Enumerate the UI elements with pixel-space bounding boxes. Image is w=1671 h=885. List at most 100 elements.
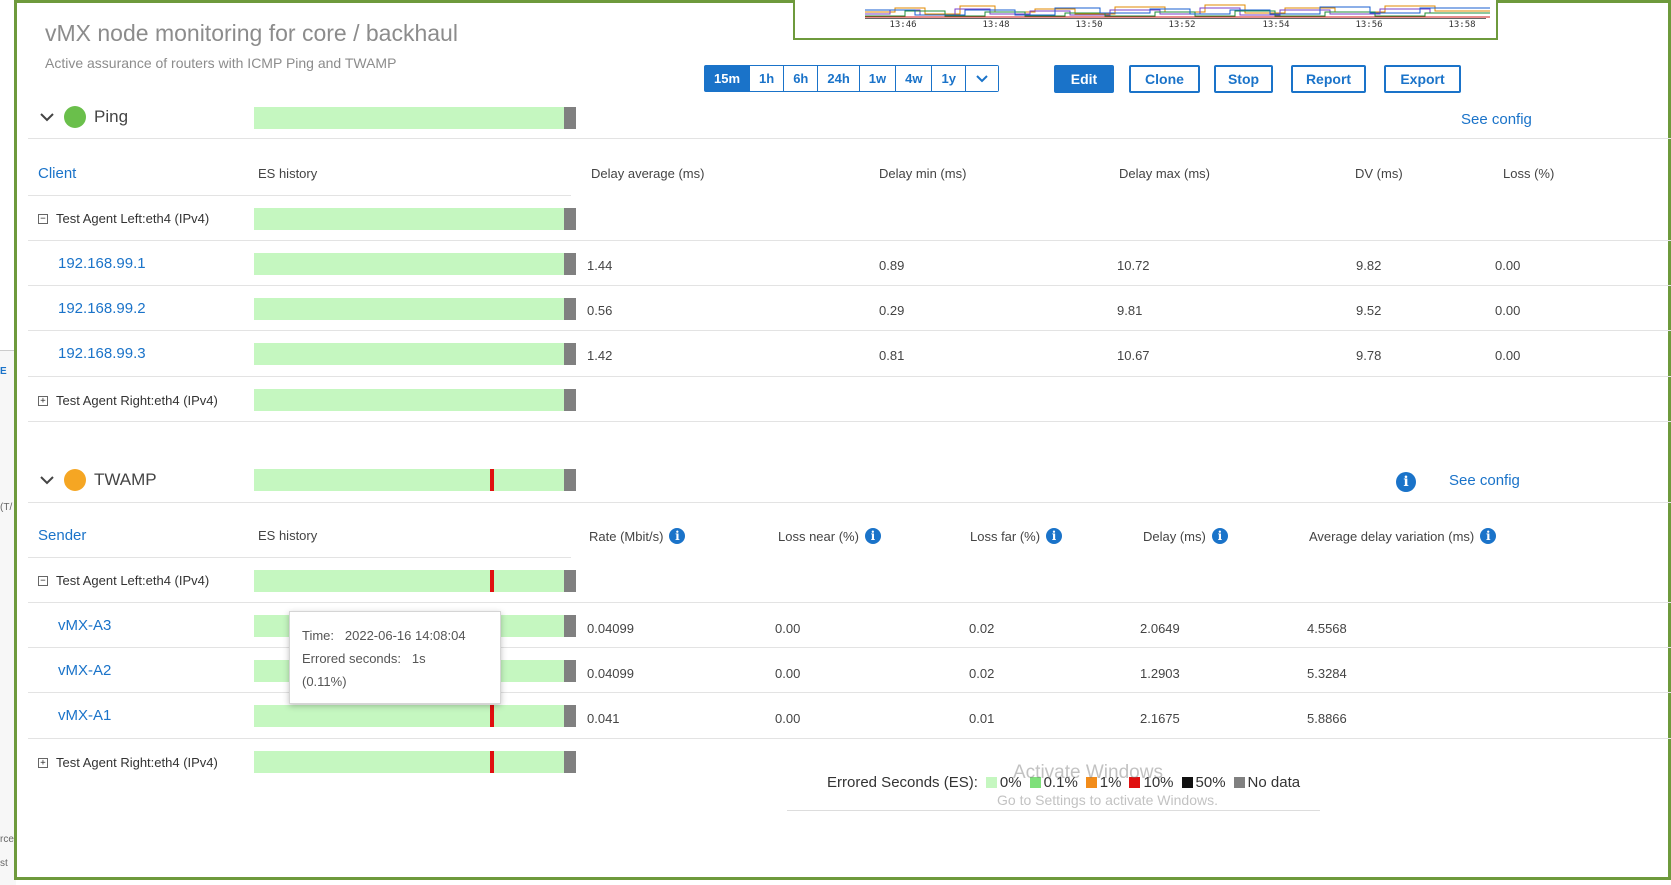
status-warning-icon [64,469,86,491]
host-link[interactable]: vMX-A2 [58,662,111,679]
range-15m-button[interactable]: 15m [705,66,751,91]
divider [28,240,1671,241]
agent-name: Test Agent Left:eth4 (IPv4) [56,211,210,226]
clone-button[interactable]: Clone [1129,65,1200,93]
es-history-bar[interactable] [254,705,576,727]
legend-item-label: 1% [1099,774,1122,791]
range-1w-button[interactable]: 1w [859,66,897,91]
tick-label: 13:58 [1448,20,1476,30]
column-header-delay-avg[interactable]: Delay average (ms) [591,166,704,181]
agent-name: Test Agent Right:eth4 (IPv4) [56,393,218,408]
column-header-avg-delay-variation[interactable]: Average delay variation (ms) i [1309,528,1497,544]
column-header-sender[interactable]: Sender [38,527,86,544]
es-history-bar[interactable] [254,570,576,592]
legend-item-label: 10% [1143,774,1174,791]
es-history-bar[interactable] [254,389,576,411]
agent-group-row[interactable]: + Test Agent Right:eth4 (IPv4) [38,755,218,770]
info-icon[interactable]: i [1046,528,1063,544]
ping-section-header[interactable]: Ping [38,106,128,128]
divider [28,330,1671,331]
es-history-bar[interactable] [254,298,576,320]
edit-button[interactable]: Edit [1054,65,1114,93]
twamp-see-config-link[interactable]: See config [1449,472,1520,489]
info-icon[interactable]: i [669,528,686,544]
column-header-dv[interactable]: DV (ms) [1355,166,1403,181]
tick-label: 13:56 [1355,20,1383,30]
column-header-delay-min[interactable]: Delay min (ms) [879,166,966,181]
tick-label: 13:48 [982,20,1010,30]
es-legend: Errored Seconds (ES): 0% 0.1% 1% 10% 50%… [827,774,1300,791]
legend-item-label: 0% [999,774,1022,791]
delay-min-value: 0.81 [879,348,905,363]
range-6h-button[interactable]: 6h [784,66,819,91]
agent-group-row[interactable]: − Test Agent Left:eth4 (IPv4) [38,573,209,588]
es-history-bar[interactable] [254,751,576,773]
report-button[interactable]: Report [1291,65,1366,93]
host-link[interactable]: vMX-A1 [58,707,111,724]
export-button[interactable]: Export [1384,65,1461,93]
monitor-window [14,0,1671,880]
es-history-bar[interactable] [254,469,576,491]
twamp-section-header[interactable]: TWAMP [38,469,157,491]
column-header-rate[interactable]: Rate (Mbit/s) i [589,528,686,544]
es-history-bar[interactable] [254,343,576,365]
background-fragment: E [0,366,7,377]
delay-avg-value: 0.56 [587,303,613,318]
column-header-delay-max[interactable]: Delay max (ms) [1119,166,1210,181]
tooltip-es-label: Errored seconds: [302,651,401,666]
dv-value: 9.78 [1356,348,1382,363]
es-tooltip: Time: 2022-06-16 14:08:04 Errored second… [289,611,501,704]
delay-min-value: 0.29 [879,303,905,318]
page-subtitle: Active assurance of routers with ICMP Pi… [45,55,397,71]
legend-swatch [1029,777,1041,788]
time-range-selector: 15m 1h 6h 24h 1w 4w 1y [704,65,999,92]
delay-max-value: 10.72 [1117,258,1150,273]
agent-group-row[interactable]: − Test Agent Left:eth4 (IPv4) [38,211,209,226]
avg-delay-variation-value: 5.8866 [1307,711,1347,726]
dv-value: 9.82 [1356,258,1382,273]
agent-group-row[interactable]: + Test Agent Right:eth4 (IPv4) [38,393,218,408]
stop-button[interactable]: Stop [1214,65,1273,93]
info-icon[interactable]: i [1396,472,1416,492]
column-header-loss[interactable]: Loss (%) [1503,166,1554,181]
es-history-bar[interactable] [254,208,576,230]
range-4w-button[interactable]: 4w [896,66,933,91]
ping-see-config-link[interactable]: See config [1461,111,1532,128]
info-icon[interactable]: i [864,528,881,544]
chevron-down-icon [976,74,988,82]
collapse-icon[interactable]: − [38,575,48,586]
divider [28,647,1671,648]
legend-label: Errored Seconds (ES): [827,774,978,791]
divider [28,692,1671,693]
loss-near-value: 0.00 [775,666,801,681]
chevron-down-icon [40,113,54,122]
delay-value: 1.2903 [1140,666,1180,681]
page-title: vMX node monitoring for core / backhaul [45,20,458,46]
tooltip-es-line: Errored seconds: 1s [302,647,488,670]
range-more-dropdown[interactable] [965,66,998,91]
range-24h-button[interactable]: 24h [818,66,860,91]
expand-icon[interactable]: + [38,395,48,406]
column-header-delay[interactable]: Delay (ms) i [1143,528,1228,544]
range-1h-button[interactable]: 1h [750,66,785,91]
legend-swatch [1129,777,1141,788]
info-icon[interactable]: i [1480,528,1497,544]
agent-name: Test Agent Right:eth4 (IPv4) [56,755,218,770]
tooltip-time-line: Time: 2022-06-16 14:08:04 [302,624,488,647]
range-1y-button[interactable]: 1y [932,66,966,91]
es-history-bar[interactable] [254,253,576,275]
host-link[interactable]: 192.168.99.3 [58,345,146,362]
x-axis [865,18,1486,19]
info-icon[interactable]: i [1211,528,1228,544]
column-header-loss-near[interactable]: Loss near (%) i [778,528,881,544]
tooltip-es-value: 1s [411,651,426,666]
tick-label: 13:46 [889,20,917,30]
collapse-icon[interactable]: − [38,213,48,224]
host-link[interactable]: 192.168.99.2 [58,300,146,317]
column-header-client[interactable]: Client [38,165,76,182]
es-history-bar[interactable] [254,107,576,129]
host-link[interactable]: vMX-A3 [58,617,111,634]
host-link[interactable]: 192.168.99.1 [58,255,146,272]
expand-icon[interactable]: + [38,757,48,768]
column-header-loss-far[interactable]: Loss far (%) i [970,528,1063,544]
